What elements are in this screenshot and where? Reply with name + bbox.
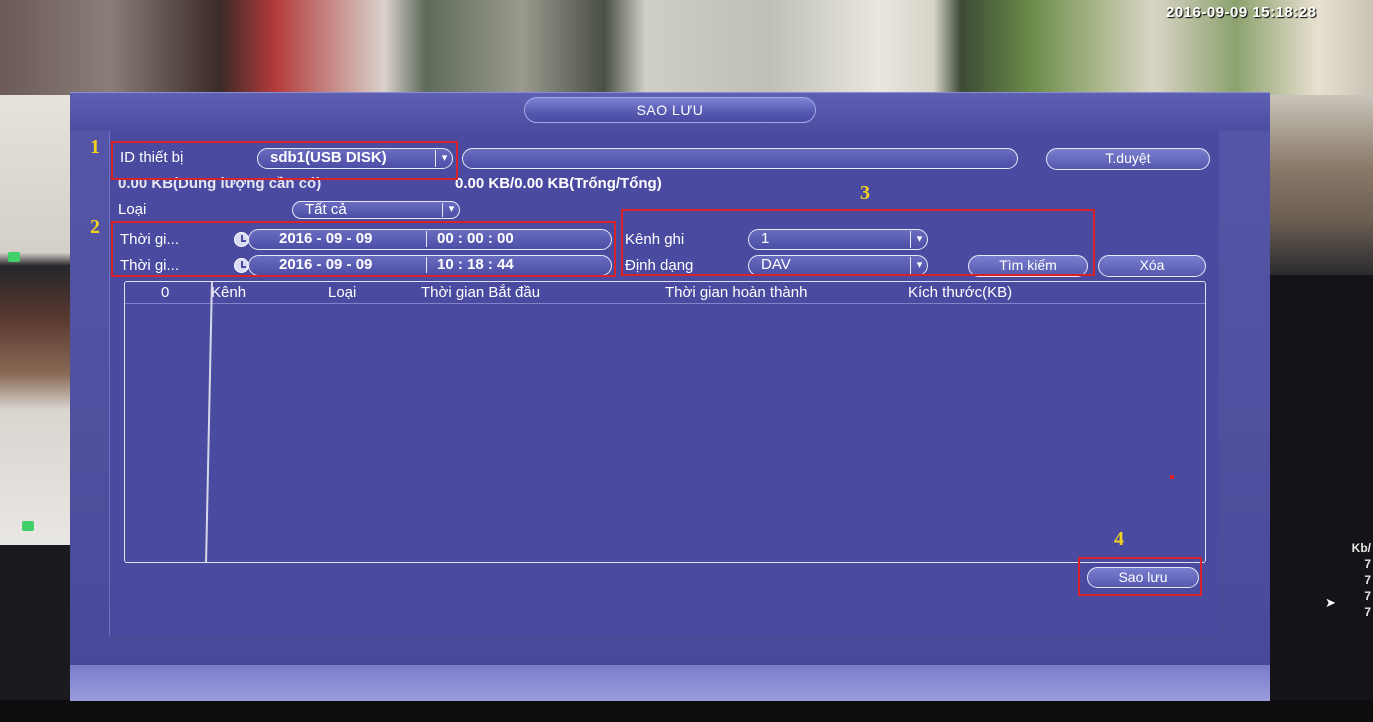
side-value: 7 (1364, 589, 1371, 603)
title-bar: SAO LƯU (70, 93, 1270, 131)
chevron-down-icon[interactable]: ▾ (442, 203, 460, 217)
side-value: 7 (1364, 573, 1371, 587)
mouse-pointer-icon: ➤ (1325, 595, 1336, 610)
side-value: 7 (1364, 605, 1371, 619)
column-header-size: Kích thước(KB) (908, 284, 1013, 301)
camera-feed-right-lower (1262, 275, 1373, 722)
browse-button[interactable]: T.duyệt (1046, 148, 1210, 170)
dialog-title: SAO LƯU (524, 97, 816, 123)
device-path-field[interactable] (462, 148, 1018, 169)
camera-feed-left (0, 95, 72, 545)
annotation-box-backup (1078, 557, 1202, 596)
annotation-number: 3 (860, 182, 870, 204)
osd-timestamp: 2016-09-09 15:18:28 (1166, 4, 1317, 21)
table-body[interactable] (125, 304, 1205, 560)
type-select[interactable]: Tất cả ▾ (292, 201, 460, 219)
column-header-type: Loại (328, 284, 357, 301)
marker-dot (1170, 475, 1174, 479)
column-header-channel: Kênh (211, 284, 247, 301)
type-label: Loại (118, 201, 147, 218)
camera-feed-bottom (0, 700, 1373, 722)
annotation-number: 1 (90, 136, 100, 158)
camera-feed-right (1262, 95, 1373, 275)
status-led-icon (8, 252, 20, 262)
side-readout: Kb/ 7 7 7 7 (1330, 540, 1373, 620)
side-unit: Kb/ (1351, 541, 1371, 555)
clear-button[interactable]: Xóa (1098, 255, 1206, 277)
annotation-box-device (111, 141, 458, 180)
side-value: 7 (1364, 557, 1371, 571)
type-select-value: Tất cả (305, 201, 347, 218)
annotation-box-time (111, 221, 616, 277)
annotation-number: 2 (90, 216, 100, 238)
column-header-start-time: Thời gian Bắt đầu (421, 284, 541, 301)
column-header-end-time: Thời gian hoàn thành (665, 284, 808, 301)
annotation-box-channel-format (621, 209, 1095, 276)
backup-dialog: SAO LƯU ID thiết bị sdb1(USB DISK) ▾ T.d… (70, 92, 1270, 701)
column-header-index: 0 (161, 284, 170, 301)
footer-band (70, 665, 1270, 701)
results-table: 0 Kênh Loại Thời gian Bắt đầu Thời gian … (124, 281, 1206, 563)
free-total-text: 0.00 KB/0.00 KB(Trống/Tổng) (455, 175, 662, 192)
table-header: 0 Kênh Loại Thời gian Bắt đầu Thời gian … (125, 282, 1205, 304)
status-led-icon (22, 521, 34, 531)
annotation-number: 4 (1114, 528, 1124, 550)
